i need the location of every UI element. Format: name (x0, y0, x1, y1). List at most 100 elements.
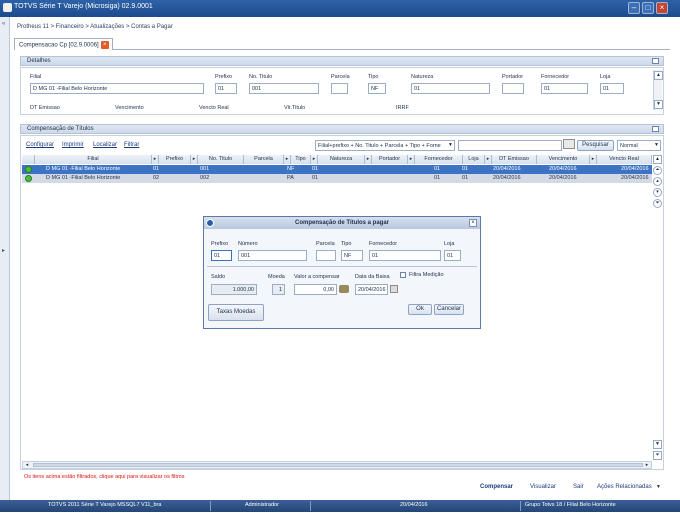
col-prefixo[interactable]: Prefixo (159, 155, 191, 164)
col-emissao[interactable]: DT Emissao (492, 155, 537, 164)
pesquisar-button[interactable]: Pesquisar (577, 140, 614, 151)
dlg-tipo-field[interactable]: NF (341, 250, 363, 261)
filter-note-link[interactable]: Os itens acima estão filtrados, clique a… (24, 474, 185, 480)
section-compensacao: Compensação de Títulos (20, 124, 664, 134)
dlg-parcela-field[interactable] (316, 250, 336, 261)
col-fornecedor[interactable]: Fornecedor (415, 155, 463, 164)
chevron-left-icon[interactable]: « (2, 21, 5, 27)
scroll-down-icon[interactable]: ▼ (654, 100, 663, 109)
maximize-icon[interactable]: □ (642, 2, 654, 14)
acoes-relacionadas-button[interactable]: Ações Relacionadas (597, 484, 652, 490)
col-natureza[interactable]: Natureza (318, 155, 365, 164)
order-select[interactable]: Filial+prefixo + No. Titulo + Parcela + … (315, 140, 455, 151)
ok-button[interactable]: Ok (408, 304, 432, 315)
scroll-down-icon[interactable]: ▼ (653, 440, 662, 449)
move-top-icon[interactable]: ⏶ (653, 166, 662, 175)
sort-arrow-icon[interactable]: ▸ (191, 155, 198, 164)
scroll-right-icon[interactable]: ▸ (643, 462, 651, 468)
collapse-icon[interactable] (652, 126, 659, 132)
dlg-fornecedor-field[interactable]: 01 (369, 250, 441, 261)
calculator-icon[interactable] (563, 139, 575, 149)
filial-field[interactable]: D MG 01 -Filial Belo Horizonte (30, 83, 204, 94)
col-tipo[interactable]: Tipo (291, 155, 311, 164)
natureza-field[interactable]: 01 (411, 83, 490, 94)
cell-tipo: PA (287, 175, 294, 181)
taxas-moedas-button[interactable]: Taxas Moedas (208, 304, 264, 321)
loja-label: Loja (600, 74, 611, 80)
filtra-medicao-checkbox[interactable] (400, 272, 406, 278)
dlg-saldo-field: 1.000,00 (211, 284, 257, 295)
sort-arrow-icon[interactable]: ▸ (284, 155, 291, 164)
scroll-up-icon[interactable]: ▲ (653, 155, 662, 164)
loja-field[interactable]: 01 (600, 83, 624, 94)
table-row[interactable]: D MG 01 -Filial Belo Horizonte 01 001 NF… (22, 165, 652, 174)
dlg-loja-field[interactable]: 01 (444, 250, 461, 261)
window-title: TOTVS Série T Varejo (Microsiga) 02.9.00… (14, 3, 153, 10)
col-vencto-real[interactable]: Vencto Real (597, 155, 652, 164)
fornecedor-field[interactable]: 01 (541, 83, 588, 94)
move-down-icon[interactable]: ▾ (653, 188, 662, 197)
section-title: Detalhes (27, 58, 51, 64)
sair-button[interactable]: Sair (573, 484, 584, 490)
col-loja[interactable]: Loja (463, 155, 485, 164)
tab-compensacao[interactable]: Compensacao Cp [02.9.0006] × (14, 38, 113, 50)
view-select[interactable]: Normal ▼ (617, 140, 661, 151)
sort-arrow-icon[interactable]: ▸ (311, 155, 318, 164)
col-filial[interactable]: Filial (35, 155, 152, 164)
compensar-button[interactable]: Compensar (480, 484, 513, 490)
scroll-left-icon[interactable]: ◂ (23, 462, 31, 468)
divider (207, 266, 477, 267)
dlg-data-field[interactable]: 20/04/2016 (355, 284, 388, 295)
scroll-end-icon[interactable]: ⏷ (653, 451, 662, 460)
tab-close-icon[interactable]: × (100, 41, 109, 49)
tipo-field[interactable]: NF (368, 83, 386, 94)
dlg-valor-field[interactable]: 0,00 (294, 284, 337, 295)
collapse-icon[interactable] (652, 58, 659, 64)
cancelar-button[interactable]: Cancelar (434, 304, 464, 315)
search-input[interactable] (458, 140, 562, 151)
sort-arrow-icon[interactable]: ▸ (152, 155, 159, 164)
minimize-icon[interactable]: – (628, 2, 640, 14)
detalhes-scrollbar[interactable]: ▲ ▼ (653, 70, 663, 110)
col-vencimento[interactable]: Vencimento (537, 155, 590, 164)
close-icon[interactable]: × (469, 219, 477, 227)
parcela-field[interactable] (331, 83, 348, 94)
cell-parcela (247, 174, 277, 183)
side-handle-icon[interactable]: ▸ (2, 247, 5, 254)
sort-arrow-icon[interactable]: ▸ (590, 155, 597, 164)
sort-arrow-icon[interactable]: ▸ (408, 155, 415, 164)
col-portador[interactable]: Portador (372, 155, 408, 164)
titulo-field[interactable]: 001 (249, 83, 319, 94)
portador-field[interactable] (502, 83, 524, 94)
close-icon[interactable]: × (656, 2, 668, 14)
sort-arrow-icon[interactable]: ▸ (485, 155, 492, 164)
col-parcela[interactable]: Parcela (244, 155, 284, 164)
cell-vencimento: 20/04/2016 (549, 166, 577, 172)
dt-emissao-label: DT Emissao (30, 105, 60, 111)
dialog-title: Compensação de Títulos a pagar (204, 217, 480, 229)
move-bottom-icon[interactable]: ⏷ (653, 199, 662, 208)
status-user: Administrador (245, 502, 279, 508)
dlg-prefixo-field[interactable]: 01 (211, 250, 232, 261)
localizar-link[interactable]: Localizar (93, 142, 117, 148)
dlg-numero-field[interactable]: 001 (238, 250, 307, 261)
cell-natureza: 01 (312, 175, 319, 181)
dropdown-arrow-icon[interactable]: ▼ (656, 484, 661, 490)
sort-arrow-icon[interactable]: ▸ (365, 155, 372, 164)
prefixo-field[interactable]: 01 (215, 83, 237, 94)
side-strip[interactable]: « ▸ (0, 17, 10, 512)
scroll-up-icon[interactable]: ▲ (654, 71, 663, 80)
table-row[interactable]: D MG 01 -Filial Belo Horizonte 02 002 PA… (22, 174, 652, 183)
visualizar-button[interactable]: Visualizar (530, 484, 556, 490)
move-up-icon[interactable]: ▴ (653, 177, 662, 186)
horizontal-scrollbar[interactable]: ◂ ▸ (22, 461, 652, 469)
cell-prefixo: 02 (153, 175, 160, 181)
imprimir-link[interactable]: Imprimir (62, 142, 84, 148)
configurar-link[interactable]: Configurar (26, 142, 54, 148)
money-icon[interactable] (339, 285, 349, 293)
status-date: 20/04/2016 (400, 502, 428, 508)
calendar-icon[interactable] (390, 285, 398, 293)
filtrar-link[interactable]: Filtrar (124, 142, 139, 148)
col-titulo[interactable]: No. Titulo (198, 155, 244, 164)
scrollbar-thumb[interactable] (33, 463, 643, 467)
